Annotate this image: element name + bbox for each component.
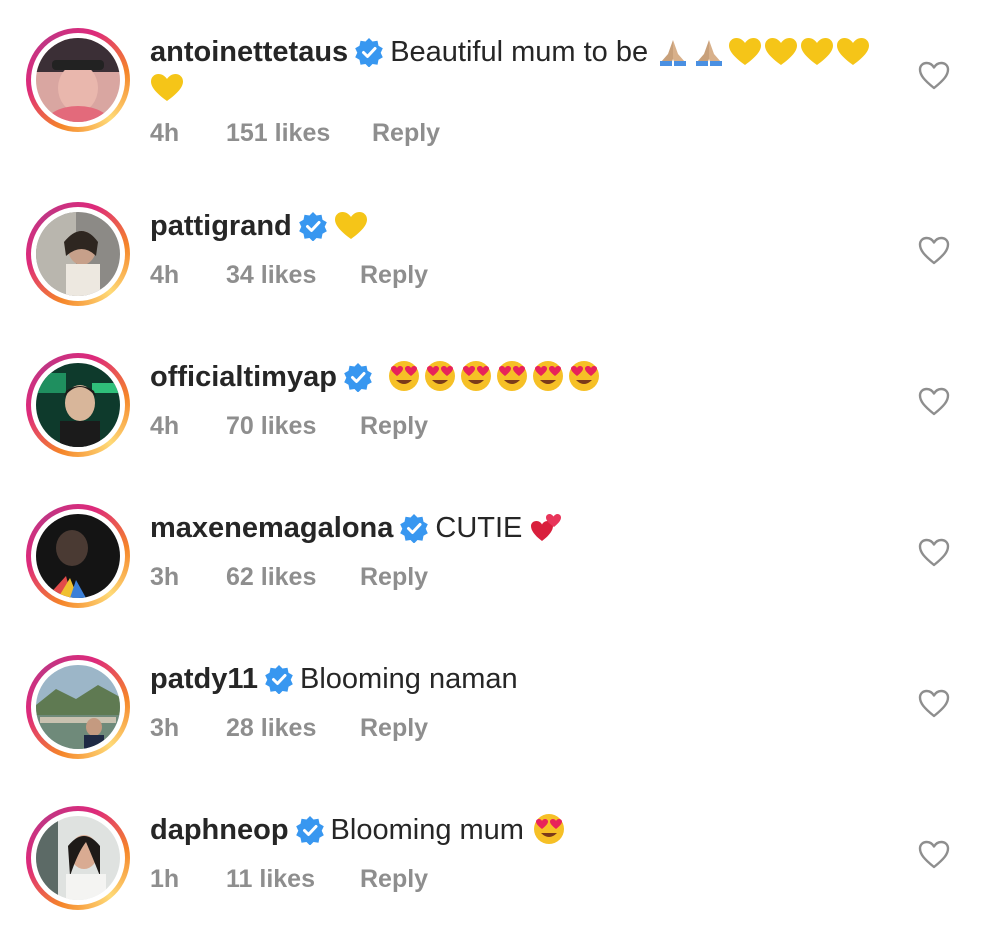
comment-username[interactable]: daphneop	[150, 814, 289, 846]
comment-body: pattigrand	[150, 208, 890, 244]
comment-username[interactable]: pattigrand	[150, 210, 292, 242]
comment-text: Blooming mum	[330, 814, 533, 846]
comment-item: officialtimyap 4h 70 likes Reply	[0, 333, 1000, 483]
heart-eyes-icon	[387, 360, 421, 392]
comment-body: officialtimyap	[150, 359, 890, 395]
comment-likes[interactable]: 151 likes	[226, 118, 330, 148]
comment-username[interactable]: officialtimyap	[150, 361, 337, 393]
comment-time[interactable]: 3h	[150, 713, 179, 743]
yellow-heart-icon	[764, 37, 798, 67]
folded-hands-icon	[692, 37, 726, 67]
comment-time[interactable]: 1h	[150, 864, 179, 894]
comment-time[interactable]: 4h	[150, 411, 179, 441]
like-heart-icon[interactable]	[918, 839, 950, 871]
comment-item: pattigrand 4h 34 likes Reply	[0, 182, 1000, 332]
reply-button[interactable]: Reply	[360, 713, 428, 743]
avatar-story-ring[interactable]	[26, 202, 130, 306]
comment-item: daphneop Blooming mum 1h 11 likes Reply	[0, 786, 1000, 936]
two-hearts-icon	[530, 511, 564, 543]
reply-button[interactable]: Reply	[360, 864, 428, 894]
comment-text: Blooming naman	[300, 663, 518, 695]
yellow-heart-icon	[334, 211, 368, 241]
comment-username[interactable]: patdy11	[150, 663, 258, 695]
heart-eyes-icon	[531, 360, 565, 392]
like-heart-icon[interactable]	[918, 688, 950, 720]
yellow-heart-icon	[836, 37, 870, 67]
folded-hands-icon	[656, 37, 690, 67]
comment-username[interactable]: maxenemagalona	[150, 512, 393, 544]
avatar[interactable]	[36, 38, 120, 122]
verified-badge-icon	[354, 37, 384, 67]
comment-item: maxenemagalona CUTIE 3h 62 likes Reply	[0, 484, 1000, 634]
comment-likes[interactable]: 34 likes	[226, 260, 316, 290]
comment-body: antoinettetaus Beautiful mum to be	[150, 34, 890, 106]
comments-list: antoinettetaus Beautiful mum to be 4h 151…	[0, 0, 1000, 943]
verified-badge-icon	[343, 362, 373, 392]
comment-likes[interactable]: 28 likes	[226, 713, 316, 743]
comment-time[interactable]: 4h	[150, 118, 179, 148]
heart-eyes-icon	[567, 360, 601, 392]
avatar[interactable]	[36, 816, 120, 900]
comment-likes[interactable]: 70 likes	[226, 411, 316, 441]
verified-badge-icon	[264, 664, 294, 694]
yellow-heart-icon	[150, 73, 184, 103]
comment-body: patdy11 Blooming naman	[150, 661, 890, 697]
reply-button[interactable]: Reply	[360, 411, 428, 441]
verified-badge-icon	[399, 513, 429, 543]
reply-button[interactable]: Reply	[372, 118, 440, 148]
comment-body: maxenemagalona CUTIE	[150, 510, 890, 546]
heart-eyes-icon	[423, 360, 457, 392]
comment-time[interactable]: 3h	[150, 562, 179, 592]
avatar-story-ring[interactable]	[26, 504, 130, 608]
avatar[interactable]	[36, 665, 120, 749]
reply-button[interactable]: Reply	[360, 562, 428, 592]
comment-item: antoinettetaus Beautiful mum to be 4h 151…	[0, 20, 1000, 170]
like-heart-icon[interactable]	[918, 537, 950, 569]
comment-text: CUTIE	[435, 512, 531, 544]
comment-likes[interactable]: 62 likes	[226, 562, 316, 592]
verified-badge-icon	[298, 211, 328, 241]
like-heart-icon[interactable]	[918, 60, 950, 92]
comment-likes[interactable]: 11 likes	[226, 864, 315, 894]
comment-username[interactable]: antoinettetaus	[150, 36, 348, 68]
like-heart-icon[interactable]	[918, 235, 950, 267]
avatar-story-ring[interactable]	[26, 28, 130, 132]
heart-eyes-icon	[459, 360, 493, 392]
avatar-story-ring[interactable]	[26, 806, 130, 910]
heart-eyes-icon	[495, 360, 529, 392]
verified-badge-icon	[295, 815, 325, 845]
avatar[interactable]	[36, 212, 120, 296]
yellow-heart-icon	[800, 37, 834, 67]
like-heart-icon[interactable]	[918, 386, 950, 418]
comment-item: patdy11 Blooming naman 3h 28 likes Reply	[0, 635, 1000, 785]
heart-eyes-icon	[532, 813, 566, 845]
avatar[interactable]	[36, 363, 120, 447]
yellow-heart-icon	[728, 37, 762, 67]
avatar-story-ring[interactable]	[26, 655, 130, 759]
comment-text: Beautiful mum to be	[390, 36, 657, 68]
comment-body: daphneop Blooming mum	[150, 812, 890, 848]
reply-button[interactable]: Reply	[360, 260, 428, 290]
avatar[interactable]	[36, 514, 120, 598]
comment-time[interactable]: 4h	[150, 260, 179, 290]
avatar-story-ring[interactable]	[26, 353, 130, 457]
